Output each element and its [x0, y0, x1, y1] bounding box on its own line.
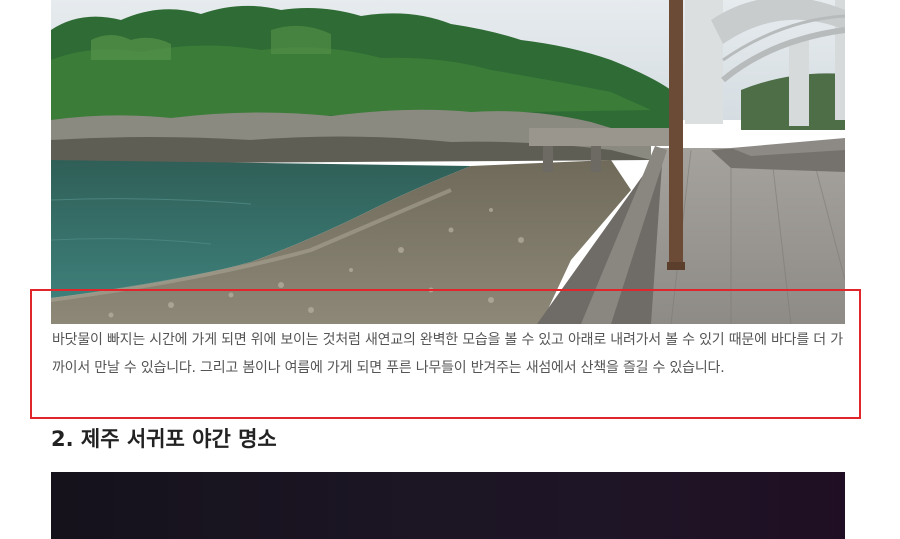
section-heading: 2. 제주 서귀포 야간 명소 — [51, 427, 277, 451]
article-paragraph: 바닷물이 빠지는 시간에 가게 되면 위에 보이는 것처럼 새연교의 완벽한 모… — [52, 332, 843, 376]
night-scene-photo — [51, 472, 845, 539]
coastal-boardwalk-photo — [51, 0, 845, 324]
